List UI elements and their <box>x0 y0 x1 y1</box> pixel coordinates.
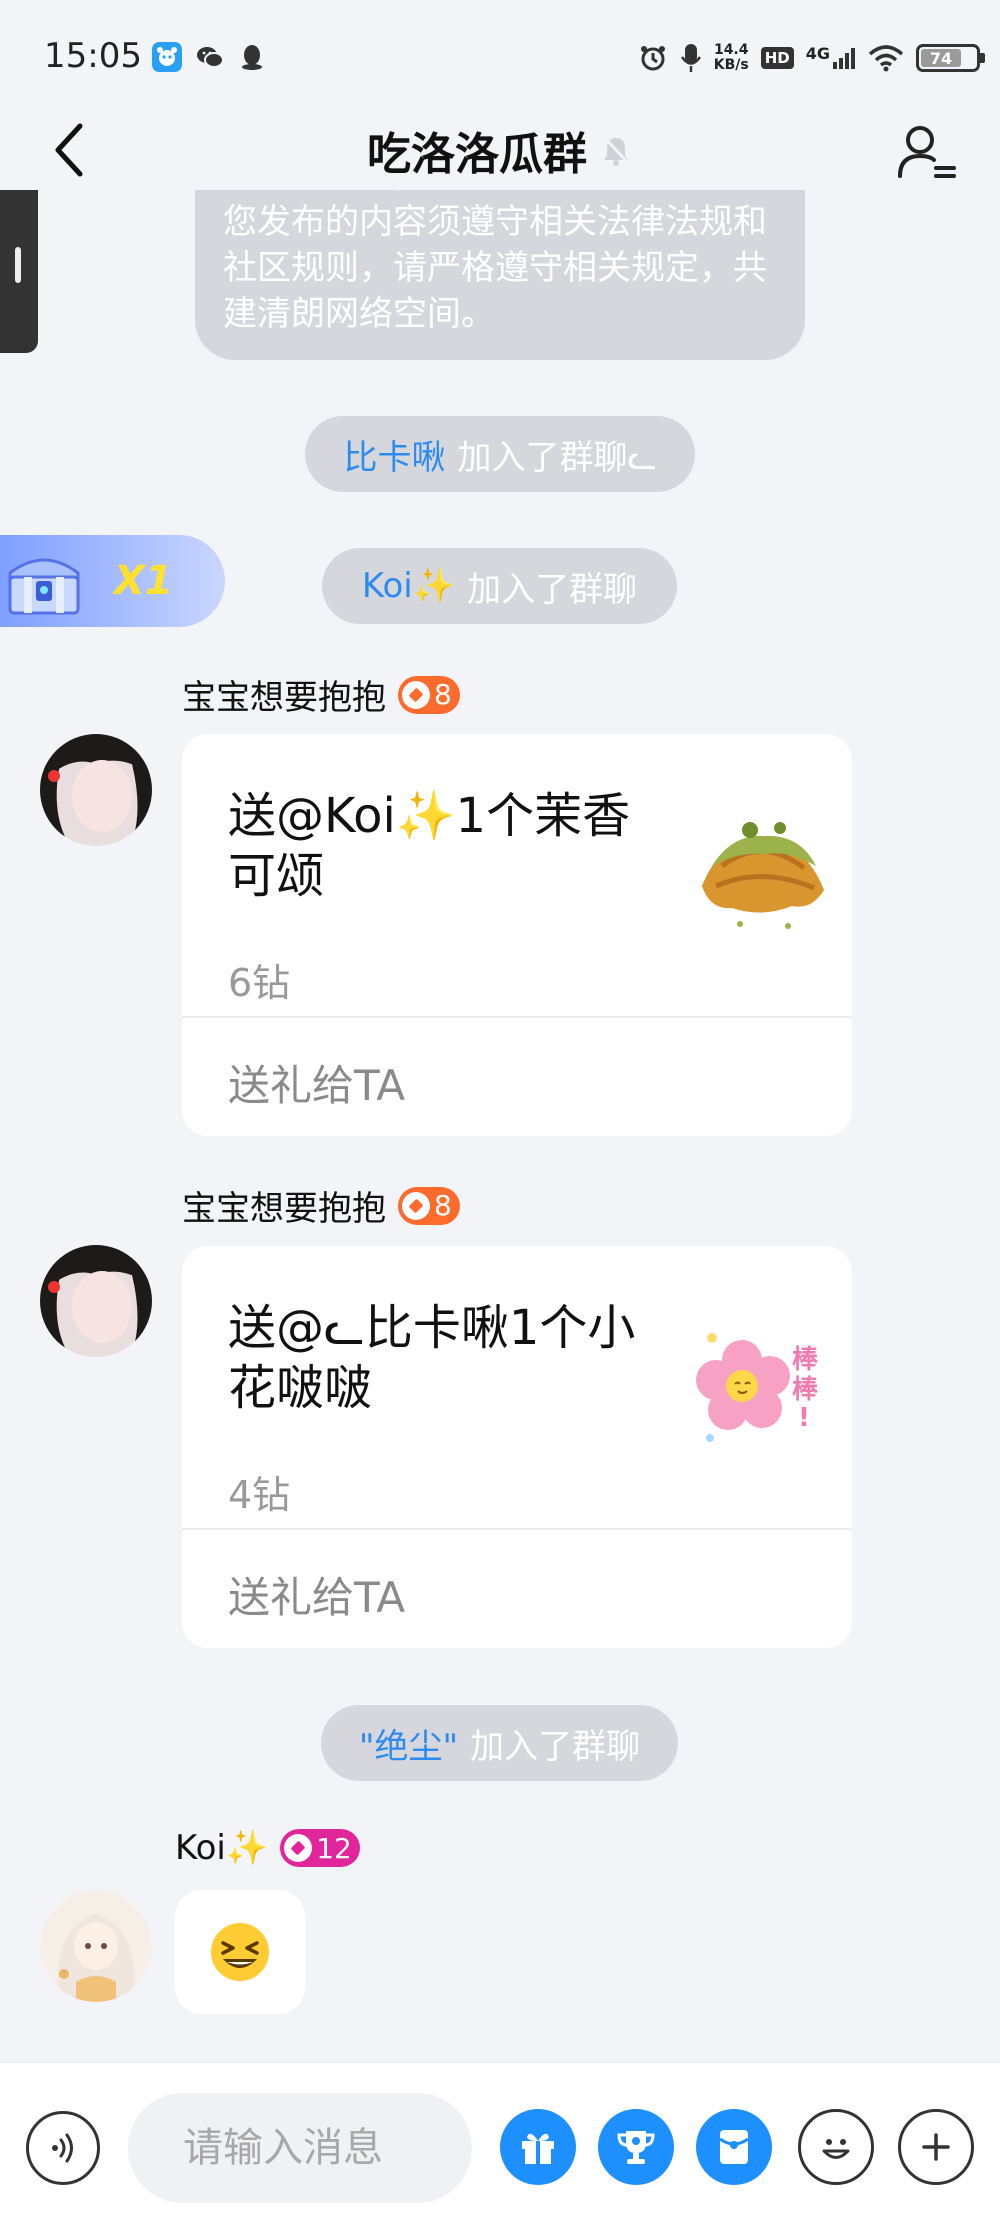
title-area: 吃洛洛瓜群 <box>0 120 1000 180</box>
gift-price: 6钻 <box>228 961 291 1005</box>
sender-name[interactable]: 宝宝想要抱抱 <box>182 1181 386 1230</box>
more-options-button[interactable] <box>898 2109 974 2185</box>
avatar[interactable] <box>40 734 152 846</box>
status-indicators: 14.4 KB/s HD 4G 74 <box>638 38 985 78</box>
user-list-icon <box>898 126 956 178</box>
level-badge: 8 <box>398 1186 460 1225</box>
app-notification-icon <box>152 42 182 72</box>
croissant-icon <box>702 822 824 929</box>
level-icon <box>402 680 430 709</box>
cellular-signal: 4G <box>806 46 856 70</box>
level-number: 8 <box>434 678 452 711</box>
gift-divider <box>182 1528 852 1530</box>
message-sender: 宝宝想要抱抱 8 <box>182 1181 460 1230</box>
network-speed-unit: KB/s <box>713 57 749 73</box>
message-sender: 宝宝想要抱抱 8 <box>182 670 460 719</box>
avatar-image <box>40 1245 152 1357</box>
plus-icon <box>922 2133 950 2161</box>
system-message-name[interactable]: 比卡啾 <box>344 430 446 479</box>
system-message-name[interactable]: "绝尘" <box>359 1719 458 1768</box>
group-members-button[interactable] <box>892 116 962 186</box>
system-message: "绝尘" 加入了群聊 <box>321 1705 678 1781</box>
svg-text:棒: 棒 <box>792 1345 819 1375</box>
message-input[interactable] <box>128 2093 472 2203</box>
emoji-message-bubble[interactable] <box>175 1890 305 2014</box>
alarm-icon <box>640 46 665 71</box>
gift-card[interactable]: 送@Koi✨1个茉香可颂 6钻 送礼给TA <box>182 734 852 1136</box>
grinning-squint-emoji-icon <box>211 1923 269 1981</box>
chat-header: 吃洛洛瓜群 <box>0 110 1000 190</box>
system-message: Koi✨ 加入了群聊 <box>322 548 677 624</box>
sender-name[interactable]: Koi✨ <box>175 1828 268 1868</box>
signal-bars-icon <box>833 48 855 69</box>
mute-bell-icon <box>602 135 631 166</box>
group-title: 吃洛洛瓜群 <box>367 129 587 180</box>
system-message-action: 加入了群聊 <box>470 1726 641 1767</box>
avatar[interactable] <box>40 1890 152 2002</box>
system-message-name[interactable]: Koi✨ <box>362 566 455 606</box>
svg-text:棒: 棒 <box>792 1375 819 1405</box>
trophy-icon <box>617 2131 655 2164</box>
level-icon <box>284 1834 313 1862</box>
microphone-icon <box>680 44 701 72</box>
avatar-image <box>40 1890 152 2002</box>
status-bar: 15:05 14.4 KB/s HD 4G 74 <box>0 0 1000 110</box>
ranking-button[interactable] <box>598 2109 674 2185</box>
red-packet-button[interactable] <box>696 2109 772 2185</box>
gift-divider <box>182 1016 852 1018</box>
network-speed: 14.4 KB/s <box>714 43 749 73</box>
gift-box-icon <box>522 2133 554 2164</box>
smiley-icon <box>822 2139 850 2159</box>
gift-title: 送@Koi✨1个茉香可颂 <box>228 788 631 904</box>
battery-level: 74 <box>921 49 961 68</box>
voice-wave-icon <box>52 2133 73 2163</box>
avatar[interactable] <box>40 1245 152 1357</box>
message-input-bar <box>0 2062 1000 2230</box>
system-message: 比卡啾 加入了群聊ᓚ <box>305 416 695 492</box>
gift-title: 送@ᓚ比卡啾1个小花啵啵 <box>228 1300 636 1416</box>
network-speed-value: 14.4 <box>713 42 749 58</box>
level-icon <box>402 1191 430 1220</box>
message-sender: Koi✨ 12 <box>175 1828 360 1868</box>
status-time: 15:05 <box>44 36 142 76</box>
system-message-action: 加入了群聊 <box>467 569 638 610</box>
wifi-icon <box>868 45 904 72</box>
gift-price: 4钻 <box>228 1473 291 1517</box>
voice-input-button[interactable] <box>26 2111 100 2185</box>
wechat-icon <box>197 47 224 68</box>
network-type: 4G <box>805 44 830 63</box>
level-number: 8 <box>434 1189 452 1222</box>
send-gift-button[interactable]: 送礼给TA <box>228 1052 405 1113</box>
qq-icon <box>242 45 262 70</box>
gift-card[interactable]: 送@ᓚ比卡啾1个小花啵啵 4钻 棒 棒 ! 送礼给TA <box>182 1246 852 1648</box>
hd-badge: HD <box>760 47 794 69</box>
treasure-chest-badge[interactable]: X1 <box>0 535 225 627</box>
red-packet-icon <box>719 2130 749 2164</box>
level-number: 12 <box>316 1831 352 1865</box>
chest-count: X1 <box>114 558 173 604</box>
system-message-action: 加入了群聊ᓚ <box>457 437 657 478</box>
treasure-chest-icon <box>8 558 80 615</box>
sender-name[interactable]: 宝宝想要抱抱 <box>182 670 386 719</box>
send-gift-button[interactable]: 送礼给TA <box>228 1564 405 1625</box>
flower-icon: 棒 棒 ! <box>696 1333 819 1442</box>
side-drawer-handle[interactable] <box>0 175 38 353</box>
level-badge: 12 <box>280 1829 360 1867</box>
level-badge: 8 <box>398 675 460 714</box>
gift-button[interactable] <box>500 2109 576 2185</box>
emoji-button[interactable] <box>798 2109 874 2185</box>
avatar-image <box>40 734 152 846</box>
svg-text:!: ! <box>798 1403 810 1433</box>
battery-indicator: 74 <box>916 44 985 72</box>
